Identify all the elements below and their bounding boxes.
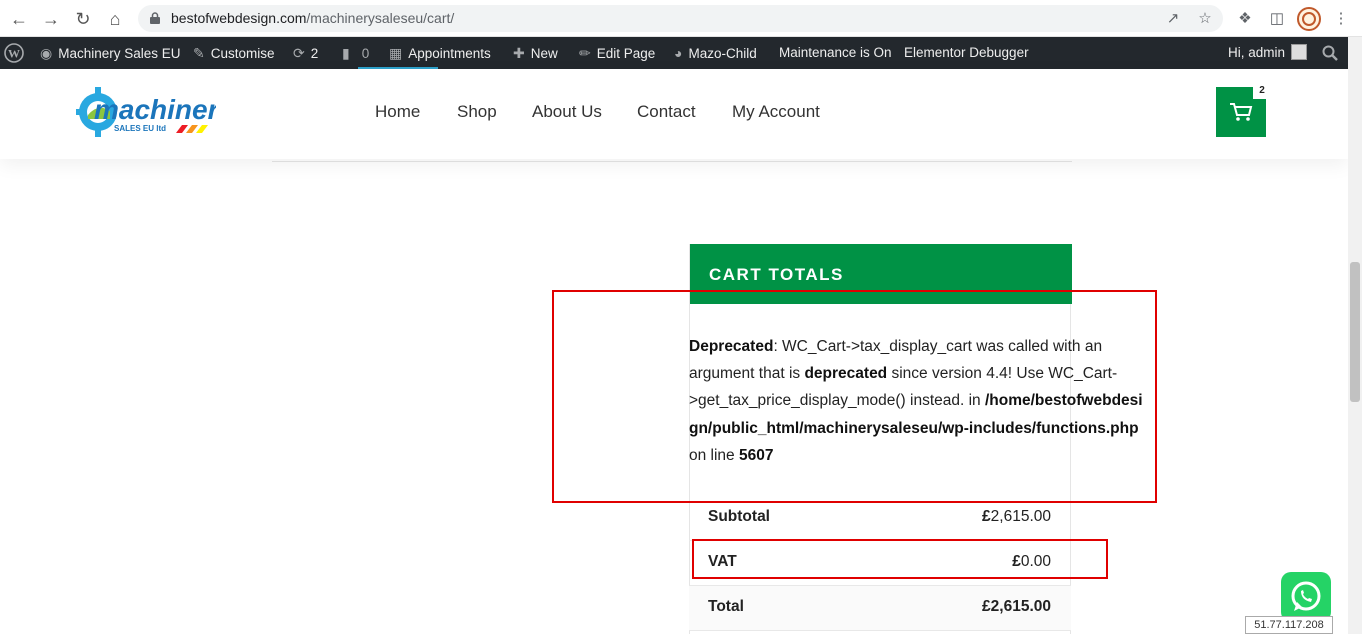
- wordpress-logo-icon[interactable]: W: [4, 43, 24, 63]
- profile-avatar-icon[interactable]: [1297, 7, 1321, 31]
- admin-account[interactable]: Hi, admin: [1228, 37, 1308, 69]
- wp-admin-bar: W ◉ Machinery Sales EU ✎ Customise ⟳ 2 ▮ 0 ▦…: [0, 37, 1348, 69]
- admin-appointments[interactable]: ▦ Appointments: [389, 37, 491, 69]
- calendar-icon: ▦: [389, 45, 403, 61]
- browser-toolbar: ← → ↻ ⌂ bestofwebdesign.com/machinerysal…: [0, 0, 1362, 37]
- admin-theme[interactable]: ◕ Mazo-Child: [674, 37, 757, 69]
- total-row: Total £2,615.00: [689, 586, 1071, 631]
- admin-comments[interactable]: ▮ 0: [342, 37, 369, 69]
- highlight-box-vat: [692, 539, 1108, 579]
- nav-about-us[interactable]: About Us: [532, 102, 602, 122]
- lock-icon: [150, 12, 160, 24]
- dashboard-icon: ◉: [40, 45, 53, 61]
- extensions-icon[interactable]: ❖: [1235, 9, 1255, 29]
- pencil-icon: ✏: [579, 45, 591, 61]
- site-header: machinery SALES EU ltd Home Shop About U…: [0, 69, 1348, 159]
- search-icon[interactable]: [1322, 45, 1338, 61]
- cart-totals-title: CART TOTALS: [709, 265, 844, 284]
- cart-icon: [1230, 103, 1253, 121]
- svg-text:W: W: [8, 47, 20, 61]
- cart-count-badge: 2: [1253, 83, 1271, 99]
- ip-address-badge: 51.77.117.208: [1245, 616, 1333, 634]
- svg-text:machinery: machinery: [94, 94, 216, 125]
- brush-icon: ✎: [193, 45, 205, 61]
- address-bar[interactable]: bestofwebdesign.com/machinerysaleseu/car…: [138, 5, 1223, 32]
- subtotal-value: £2,615.00: [982, 508, 1051, 525]
- admin-elementor-debugger[interactable]: Elementor Debugger: [904, 37, 1029, 69]
- subtotal-label: Subtotal: [708, 508, 770, 525]
- comment-icon: ▮: [342, 45, 350, 61]
- star-icon[interactable]: ☆: [1195, 9, 1215, 29]
- nav-my-account[interactable]: My Account: [732, 102, 820, 122]
- scrollbar-thumb[interactable]: [1350, 262, 1360, 402]
- plus-icon: ✚: [513, 45, 525, 61]
- page-scrollbar[interactable]: [1348, 37, 1362, 634]
- admin-maintenance[interactable]: Maintenance is On: [779, 37, 892, 69]
- admin-customise[interactable]: ✎ Customise: [193, 37, 275, 69]
- site-logo[interactable]: machinery SALES EU ltd: [76, 81, 216, 143]
- nav-home[interactable]: Home: [375, 102, 420, 122]
- avatar: [1291, 44, 1308, 60]
- updates-icon: ⟳: [293, 45, 305, 61]
- svg-text:SALES EU ltd: SALES EU ltd: [114, 124, 166, 133]
- share-icon[interactable]: ↗: [1163, 9, 1183, 29]
- whatsapp-icon: [1291, 581, 1321, 611]
- admin-site-name[interactable]: ◉ Machinery Sales EU: [40, 37, 181, 69]
- url-text: bestofwebdesign.com/machinerysaleseu/car…: [171, 10, 455, 26]
- total-label: Total: [708, 598, 744, 615]
- reload-icon[interactable]: ↻: [72, 8, 94, 30]
- more-menu-icon[interactable]: ⋮: [1331, 9, 1351, 29]
- sidepanel-icon[interactable]: ◫: [1267, 9, 1287, 29]
- admin-new[interactable]: ✚ New: [513, 37, 558, 69]
- home-icon[interactable]: ⌂: [104, 8, 126, 30]
- theme-icon: ◕: [674, 45, 683, 61]
- whatsapp-button[interactable]: [1281, 572, 1331, 622]
- nav-shop[interactable]: Shop: [457, 102, 497, 122]
- back-arrow-icon[interactable]: ←: [8, 8, 30, 30]
- admin-updates[interactable]: ⟳ 2: [293, 37, 318, 69]
- forward-arrow-icon[interactable]: →: [40, 8, 62, 30]
- highlight-box-notice: [552, 290, 1157, 503]
- total-value: £2,615.00: [982, 598, 1051, 615]
- nav-contact[interactable]: Contact: [637, 102, 696, 122]
- admin-edit-page[interactable]: ✏ Edit Page: [579, 37, 655, 69]
- content-divider: [272, 161, 1072, 162]
